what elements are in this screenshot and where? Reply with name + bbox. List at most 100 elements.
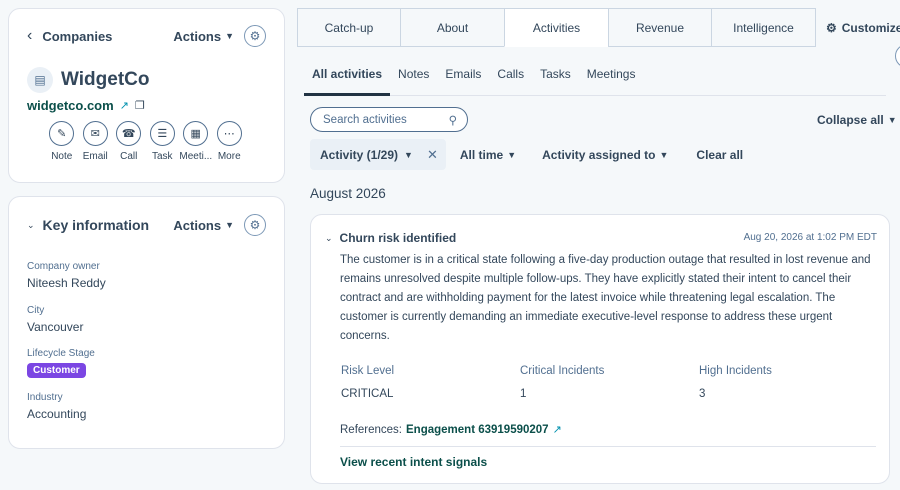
industry-field: Industry Accounting xyxy=(27,392,86,421)
task-action[interactable]: ☰ Task xyxy=(149,121,176,162)
tab-revenue[interactable]: Revenue xyxy=(608,8,712,47)
activity-card: ⌄ Churn risk identified Aug 20, 2026 at … xyxy=(310,214,890,484)
activity-title[interactable]: Churn risk identified xyxy=(340,231,457,245)
tab-about[interactable]: About xyxy=(400,8,505,47)
tab-tasks[interactable]: Tasks xyxy=(532,62,579,96)
field-value[interactable]: Accounting xyxy=(27,407,86,421)
search-activities-input[interactable]: Search activities ⚲ xyxy=(310,107,468,132)
key-information-title[interactable]: Key information xyxy=(43,217,174,233)
field-value[interactable]: Niteesh Reddy xyxy=(27,276,106,290)
note-icon[interactable]: ✎ xyxy=(49,121,75,146)
side-panel-toggle[interactable] xyxy=(895,44,900,68)
activity-type-filter[interactable]: Activity (1/29) ▼ ✕ xyxy=(310,139,446,170)
meeting-action-label: Meeti... xyxy=(179,151,213,162)
meeting-icon[interactable]: ▦ xyxy=(183,121,209,146)
company-name: WidgetCo xyxy=(61,69,150,90)
chevron-left-icon[interactable]: ‹ xyxy=(27,27,32,45)
company-owner-field: Company owner Niteesh Reddy xyxy=(27,261,106,290)
chevron-down-icon[interactable]: ⌄ xyxy=(325,233,333,244)
tab-notes[interactable]: Notes xyxy=(390,62,437,96)
customize-button[interactable]: ⚙ Customize xyxy=(826,8,900,47)
tab-emails[interactable]: Emails xyxy=(437,62,489,96)
settings-gear-icon[interactable]: ⚙ xyxy=(244,25,266,47)
tab-catch-up[interactable]: Catch-up xyxy=(297,8,401,47)
key-information-card: ⌄ Key information Actions ▼ ⚙ Company ow… xyxy=(8,196,285,449)
activity-header[interactable]: ⌄ Churn risk identified xyxy=(325,231,456,245)
call-action[interactable]: ☎ Call xyxy=(116,121,142,162)
tab-intelligence[interactable]: Intelligence xyxy=(711,8,816,47)
metric-value: 1 xyxy=(520,388,527,400)
caret-down-icon: ▼ xyxy=(887,115,897,125)
call-icon[interactable]: ☎ xyxy=(116,121,142,146)
company-card-header: ‹ Companies Actions ▼ ⚙ xyxy=(27,19,266,53)
caret-down-icon: ▼ xyxy=(404,149,413,160)
tab-all-activities[interactable]: All activities xyxy=(304,62,391,96)
call-action-label: Call xyxy=(120,151,138,162)
gear-icon: ⚙ xyxy=(826,20,837,35)
caret-down-icon: ▼ xyxy=(225,220,234,230)
city-field: City Vancouver xyxy=(27,305,83,334)
activity-filter-label: Activity (1/29) xyxy=(320,147,399,162)
chevron-down-icon[interactable]: ⌄ xyxy=(27,220,35,231)
lifecycle-stage-field: Lifecycle Stage Customer xyxy=(27,348,95,378)
email-action[interactable]: ✉ Email xyxy=(83,121,109,162)
external-link-icon[interactable]: ↗ xyxy=(553,423,562,436)
caret-down-icon: ▼ xyxy=(225,31,234,41)
collapse-all-button[interactable]: Collapse all ▼ xyxy=(817,113,897,127)
company-actions-button[interactable]: Actions ▼ xyxy=(173,29,234,44)
field-value[interactable]: Vancouver xyxy=(27,320,83,334)
activity-metrics: Risk Level CRITICAL Critical Incidents 1… xyxy=(341,365,878,400)
customize-label: Customize xyxy=(841,20,900,35)
field-label: City xyxy=(27,305,45,316)
view-intent-signals-link[interactable]: View recent intent signals xyxy=(340,455,487,469)
more-action[interactable]: ⋯ More xyxy=(216,121,243,162)
metric-label: High Incidents xyxy=(699,365,772,377)
note-action[interactable]: ✎ Note xyxy=(49,121,75,162)
record-tabs: Catch-up About Activities Revenue Intell… xyxy=(297,8,816,47)
external-link-icon[interactable]: ↗ xyxy=(120,99,129,112)
email-icon[interactable]: ✉ xyxy=(82,121,108,146)
tab-calls[interactable]: Calls xyxy=(489,62,532,96)
copy-icon[interactable]: ❐ xyxy=(135,99,145,112)
domain-row: widgetco.com ↗ ❐ xyxy=(27,98,145,113)
activity-filter-tabs: All activities Notes Emails Calls Tasks … xyxy=(304,62,886,96)
caret-down-icon: ▼ xyxy=(507,149,517,160)
key-information-header: ⌄ Key information Actions ▼ ⚙ xyxy=(27,211,266,239)
metric-label: Critical Incidents xyxy=(520,365,605,377)
company-building-icon: ▤ xyxy=(27,67,53,93)
high-incidents-metric: High Incidents 3 xyxy=(699,365,878,400)
activity-body: The customer is in a critical state foll… xyxy=(340,254,871,342)
assigned-filter-label: Activity assigned to xyxy=(542,147,656,162)
key-info-actions-button[interactable]: Actions ▼ xyxy=(173,218,234,233)
actions-label: Actions xyxy=(173,28,222,44)
month-header: August 2026 xyxy=(310,186,386,201)
activity-filters: Activity (1/29) ▼ ✕ All time ▼ Activity … xyxy=(310,139,743,170)
field-label: Company owner xyxy=(27,261,100,272)
company-identity: ▤ WidgetCo xyxy=(27,67,149,93)
lifecycle-stage-badge[interactable]: Customer xyxy=(27,363,86,378)
critical-incidents-metric: Critical Incidents 1 xyxy=(520,365,699,400)
close-icon[interactable]: ✕ xyxy=(427,147,438,163)
settings-gear-icon[interactable]: ⚙ xyxy=(244,214,266,236)
task-action-label: Task xyxy=(151,151,173,162)
time-filter[interactable]: All time ▼ xyxy=(460,148,516,162)
metric-value: CRITICAL xyxy=(341,388,394,400)
tab-meetings[interactable]: Meetings xyxy=(579,62,644,96)
tab-activities[interactable]: Activities xyxy=(504,8,609,47)
caret-down-icon: ▼ xyxy=(659,149,669,160)
domain-link[interactable]: widgetco.com xyxy=(27,98,114,113)
divider xyxy=(340,446,876,447)
field-label: Industry xyxy=(27,392,63,403)
engagement-link[interactable]: Engagement 63919590207 xyxy=(406,424,549,436)
company-card: ‹ Companies Actions ▼ ⚙ ▤ WidgetCo widge… xyxy=(8,8,285,183)
search-icon[interactable]: ⚲ xyxy=(449,113,457,127)
references-label: References: xyxy=(340,423,403,436)
clear-all-button[interactable]: Clear all xyxy=(696,148,743,162)
back-to-companies-link[interactable]: Companies xyxy=(42,29,173,44)
meeting-action[interactable]: ▦ Meeti... xyxy=(179,121,212,162)
time-filter-label: All time xyxy=(459,147,504,162)
risk-level-metric: Risk Level CRITICAL xyxy=(341,365,520,400)
more-icon[interactable]: ⋯ xyxy=(216,121,242,146)
assigned-filter[interactable]: Activity assigned to ▼ xyxy=(542,148,668,162)
task-icon[interactable]: ☰ xyxy=(149,121,175,146)
